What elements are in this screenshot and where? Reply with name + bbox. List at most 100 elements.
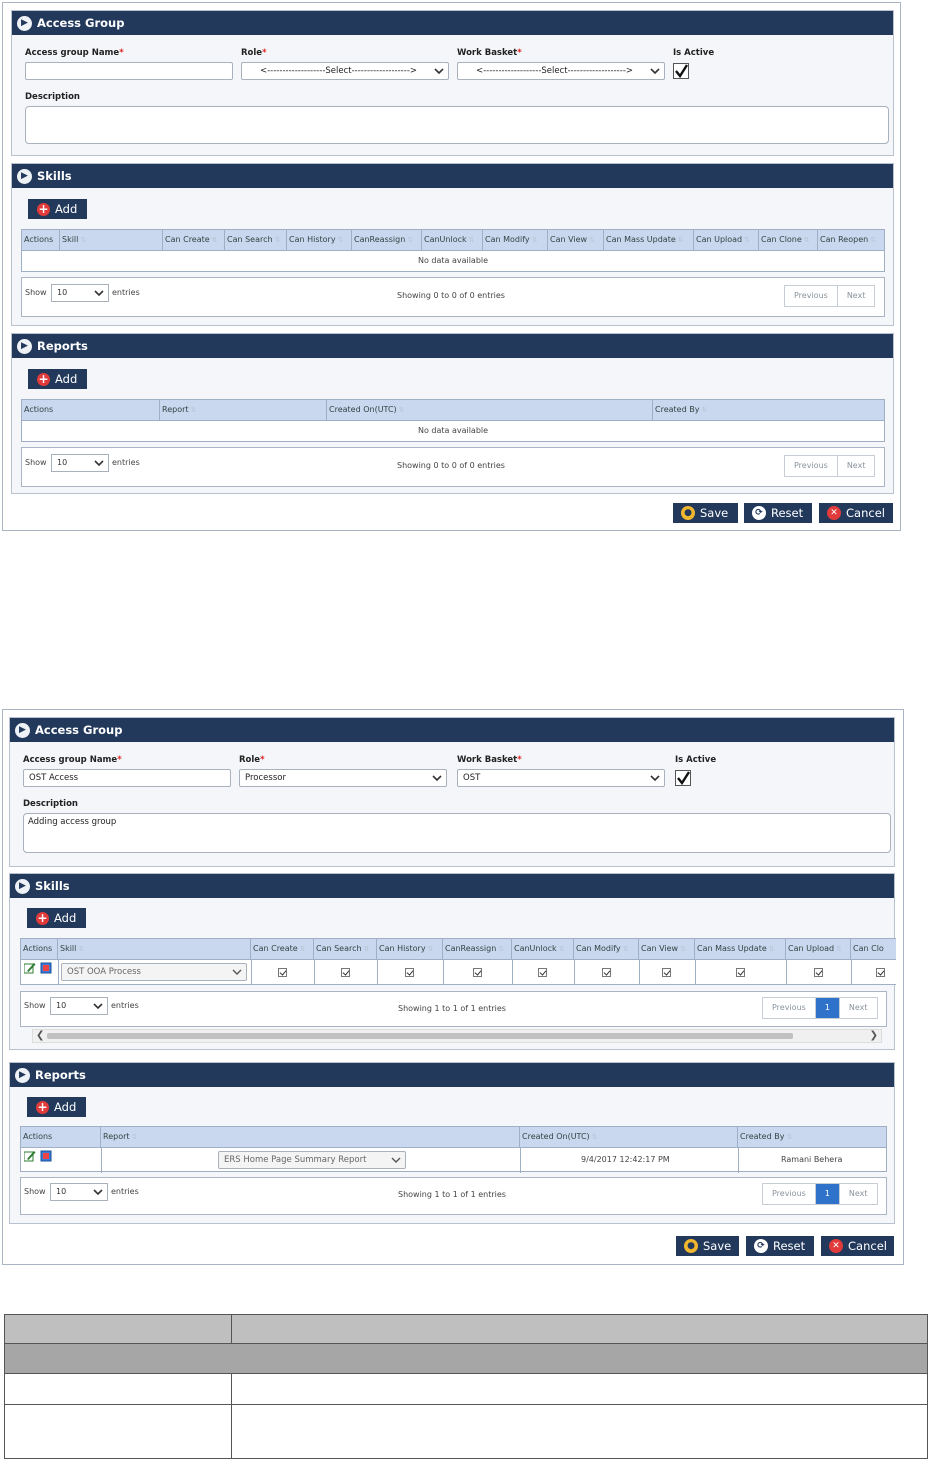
column-header[interactable]: Can View ⇅	[639, 939, 695, 959]
plus-icon: +	[36, 1099, 49, 1114]
report-select[interactable]: ERS Home Page Summary Report	[218, 1151, 406, 1169]
previous-button[interactable]: Previous	[763, 1184, 816, 1204]
page-1-button[interactable]: 1	[815, 1184, 840, 1204]
scroll-right-icon[interactable]: ❯	[870, 1030, 878, 1042]
is-active-checkbox[interactable]	[673, 63, 689, 79]
can-view-checkbox[interactable]	[662, 968, 671, 977]
column-header[interactable]: Report ⇅	[160, 400, 327, 420]
can-upload-checkbox[interactable]	[814, 968, 823, 977]
role-select-value: Processor	[245, 773, 286, 783]
sort-icon: ⇅	[363, 945, 370, 953]
next-button[interactable]: Next	[840, 1184, 877, 1204]
page-size-select[interactable]: 10	[51, 284, 109, 302]
can-clone-checkbox[interactable]	[876, 968, 885, 977]
column-header[interactable]: Can Search ⇅	[314, 939, 377, 959]
delete-icon[interactable]	[40, 1150, 52, 1162]
page-size-select[interactable]: 10	[51, 454, 109, 472]
can-modify-checkbox[interactable]	[602, 968, 611, 977]
next-button[interactable]: Next	[840, 998, 877, 1018]
previous-button[interactable]: Previous	[785, 286, 838, 306]
panel-header: ▶ Skills	[12, 164, 893, 188]
skills-pagination-bar: Show 10 entries Showing 1 to 1 of 1 entr…	[20, 991, 887, 1027]
page-size-select[interactable]: 10	[50, 997, 108, 1015]
entries-label: entries	[111, 1187, 139, 1196]
can-create-checkbox[interactable]	[278, 968, 287, 977]
edit-icon[interactable]	[24, 962, 36, 974]
description-textarea[interactable]	[25, 106, 889, 144]
show-label: Show	[25, 458, 47, 467]
column-header[interactable]: Skill ⇅	[58, 939, 251, 959]
previous-button[interactable]: Previous	[785, 456, 838, 476]
column-header[interactable]: CanReassign ⇅	[352, 230, 422, 250]
reset-button[interactable]: ⟳ Reset	[746, 1236, 814, 1256]
can-mass-update-checkbox[interactable]	[736, 968, 745, 977]
column-header[interactable]: Can History ⇅	[377, 939, 443, 959]
next-button[interactable]: Next	[838, 286, 875, 306]
horizontal-scrollbar[interactable]: ❮ ❯	[32, 1029, 882, 1043]
edit-icon[interactable]	[24, 1150, 36, 1162]
column-header[interactable]: Actions	[22, 230, 60, 250]
save-icon: ●	[681, 506, 695, 520]
description-textarea[interactable]: Adding access group	[23, 813, 891, 853]
save-button[interactable]: ● Save	[673, 503, 738, 523]
column-header[interactable]: CanUnlock ⇅	[422, 230, 483, 250]
role-select[interactable]: <-------------------Select--------------…	[241, 62, 449, 80]
cancel-button[interactable]: ✕ Cancel	[819, 503, 893, 523]
column-header[interactable]: Created On(UTC) ⇅	[327, 400, 653, 420]
work-basket-select[interactable]: OST	[457, 769, 665, 787]
previous-button[interactable]: Previous	[763, 998, 816, 1018]
column-header[interactable]: Created By ⇅	[738, 1127, 888, 1147]
can-reassign-checkbox[interactable]	[473, 968, 482, 977]
add-report-button[interactable]: + Add	[28, 369, 87, 389]
reset-button[interactable]: ⟳ Reset	[744, 503, 812, 523]
column-header[interactable]: Can Create ⇅	[163, 230, 225, 250]
column-header[interactable]: Can Search ⇅	[225, 230, 287, 250]
column-header[interactable]: Created On(UTC) ⇅	[520, 1127, 738, 1147]
column-header[interactable]: Can History ⇅	[287, 230, 352, 250]
page-size-select[interactable]: 10	[50, 1183, 108, 1201]
add-report-button[interactable]: + Add	[27, 1097, 86, 1117]
column-header[interactable]: Can Create ⇅	[251, 939, 314, 959]
is-active-checkbox[interactable]	[675, 770, 691, 786]
column-header[interactable]: Can Clo	[851, 939, 896, 959]
scrollbar-thumb[interactable]	[47, 1033, 793, 1039]
scroll-left-icon[interactable]: ❮	[36, 1030, 44, 1042]
column-header[interactable]: Actions	[22, 400, 160, 420]
column-header[interactable]: Actions	[21, 939, 58, 959]
column-header[interactable]: Actions	[21, 1127, 101, 1147]
save-button[interactable]: ● Save	[676, 1236, 739, 1256]
column-header[interactable]: CanUnlock ⇅	[512, 939, 574, 959]
column-header[interactable]: CanReassign ⇅	[443, 939, 512, 959]
cancel-button[interactable]: ✕ Cancel	[821, 1236, 894, 1256]
column-header[interactable]: Can Modify ⇅	[483, 230, 548, 250]
column-header[interactable]: Can Upload ⇅	[786, 939, 851, 959]
sort-icon: ⇅	[531, 236, 538, 244]
column-header[interactable]: Created By ⇅	[653, 400, 886, 420]
can-unlock-checkbox[interactable]	[538, 968, 547, 977]
delete-icon[interactable]	[40, 962, 52, 974]
column-header[interactable]: Can Clone ⇅	[759, 230, 818, 250]
add-skill-button[interactable]: + Add	[28, 199, 87, 219]
column-header[interactable]: Skill ⇅	[60, 230, 163, 250]
role-select-value: <-------------------Select--------------…	[259, 66, 418, 76]
sort-icon: ⇅	[677, 236, 684, 244]
column-header[interactable]: Can Mass Update ⇅	[604, 230, 694, 250]
role-select[interactable]: Processor	[239, 769, 447, 787]
column-header[interactable]: Report ⇅	[101, 1127, 520, 1147]
next-button[interactable]: Next	[838, 456, 875, 476]
sort-icon: ⇅	[786, 1133, 793, 1141]
column-header[interactable]: Can Reopen ⇅	[818, 230, 886, 250]
can-search-checkbox[interactable]	[341, 968, 350, 977]
skill-select[interactable]: OST OOA Process	[61, 963, 247, 981]
can-history-checkbox[interactable]	[405, 968, 414, 977]
column-header[interactable]: Can Upload ⇅	[694, 230, 759, 250]
column-header[interactable]: Can Modify ⇅	[574, 939, 639, 959]
work-basket-select[interactable]: <-------------------Select--------------…	[457, 62, 665, 80]
column-header[interactable]: Can Mass Update ⇅	[695, 939, 786, 959]
access-group-name-input[interactable]: OST Access	[23, 769, 231, 787]
column-header[interactable]: Can View ⇅	[548, 230, 604, 250]
access-group-name-input[interactable]	[25, 62, 233, 80]
pagination-info: Showing 1 to 1 of 1 entries	[398, 1004, 506, 1013]
page-1-button[interactable]: 1	[815, 998, 840, 1018]
add-skill-button[interactable]: + Add	[27, 908, 86, 928]
